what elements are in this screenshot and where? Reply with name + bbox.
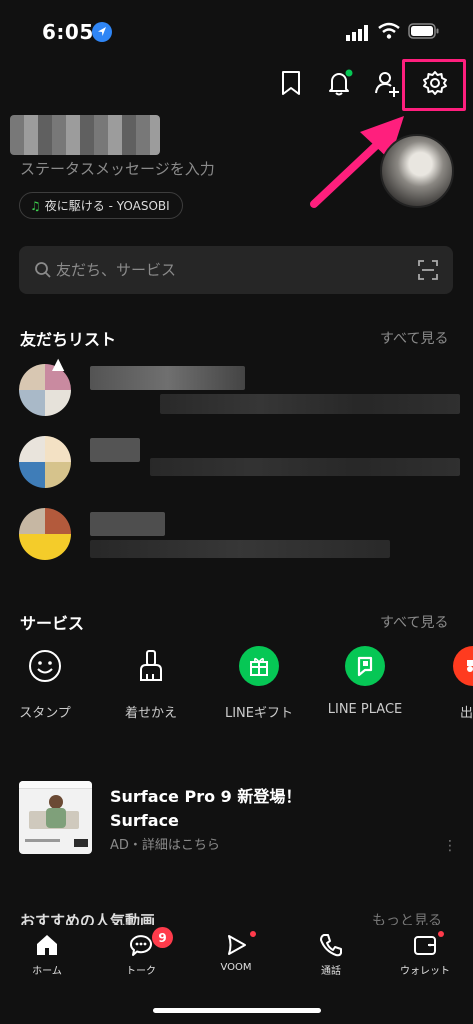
delivery-icon — [453, 646, 473, 686]
service-line-place[interactable]: LINE PLACE — [320, 646, 410, 717]
gift-icon — [239, 646, 279, 686]
tab-voom[interactable]: VOOM — [196, 932, 276, 973]
phone-icon — [318, 932, 344, 958]
friend-name-blurred — [90, 366, 245, 390]
smiley-icon — [25, 646, 65, 686]
brush-icon — [131, 646, 171, 686]
wallet-notification-dot — [438, 931, 444, 937]
place-icon — [345, 646, 385, 686]
friend-status-blurred — [90, 540, 390, 558]
ad-subtitle[interactable]: AD・詳細はこちら — [110, 834, 220, 853]
service-label: LINE PLACE — [327, 702, 403, 717]
search-placeholder: 友だち、サービス — [56, 261, 177, 279]
service-stamp[interactable]: スタンプ — [0, 646, 90, 721]
home-indicator[interactable] — [153, 1008, 321, 1013]
profile-name-blurred[interactable] — [10, 115, 160, 155]
profile-avatar[interactable] — [380, 134, 454, 208]
chat-icon — [128, 932, 154, 958]
ad-title[interactable]: Surface Pro 9 新登場！ Surface — [110, 785, 301, 833]
group-avatar[interactable] — [19, 508, 71, 560]
qr-scan-icon[interactable] — [418, 260, 438, 280]
tab-label: VOOM — [220, 962, 252, 973]
wifi-icon — [378, 22, 400, 40]
friends-see-all-link[interactable]: すべて見る — [380, 328, 448, 348]
friend-name-blurred — [90, 438, 140, 462]
music-title: 夜に駆ける - YOASOBI — [44, 199, 170, 213]
status-time: 6:05 — [42, 20, 94, 44]
party-hat-icon: ▲ — [52, 354, 65, 373]
ad-title-line: Surface — [110, 811, 179, 830]
service-label: 着せかえ — [124, 706, 177, 721]
voom-icon — [223, 932, 249, 958]
service-theme[interactable]: 着せかえ — [106, 646, 196, 721]
music-pill[interactable]: ♫ 夜に駆ける - YOASOBI — [19, 192, 183, 219]
home-icon — [34, 932, 60, 958]
ad-more-button[interactable]: ⋮ — [443, 838, 457, 854]
services-section-title: サービス — [20, 614, 85, 633]
service-label: スタンプ — [19, 706, 71, 721]
ad-thumbnail[interactable] — [19, 781, 92, 854]
services-see-all-link[interactable]: すべて見る — [380, 612, 448, 632]
voom-notification-dot — [250, 931, 256, 937]
tab-wallet[interactable]: ウォレット — [385, 932, 465, 977]
friend-status-blurred — [150, 458, 460, 476]
battery-icon — [408, 22, 440, 40]
friends-section-title: 友だちリスト — [20, 330, 117, 349]
notification-bell-icon[interactable] — [324, 68, 354, 98]
music-note-icon: ♫ — [30, 198, 41, 213]
signal-icon — [346, 25, 370, 41]
service-label: 出前 — [459, 706, 473, 721]
service-delivery[interactable]: 出前 — [428, 646, 473, 721]
search-icon — [34, 261, 52, 279]
friend-status-blurred — [160, 394, 460, 414]
tab-label: トーク — [126, 966, 156, 977]
group-avatar[interactable] — [19, 436, 71, 488]
tab-label: 通話 — [321, 966, 341, 977]
wallet-icon — [412, 932, 438, 958]
service-label: LINEギフト — [224, 706, 293, 721]
friend-name-blurred — [90, 512, 165, 536]
ad-title-line: Surface Pro 9 新登場！ — [110, 787, 302, 806]
talk-unread-badge: 9 — [152, 927, 173, 948]
bookmark-icon[interactable] — [276, 68, 306, 98]
service-line-gift[interactable]: LINEギフト — [214, 646, 304, 721]
location-icon — [92, 22, 112, 42]
tab-home[interactable]: ホーム — [7, 932, 87, 977]
status-message[interactable]: ステータスメッセージを入力 — [20, 158, 215, 179]
tab-calls[interactable]: 通話 — [291, 932, 371, 977]
tab-label: ウォレット — [400, 966, 450, 977]
add-friend-icon[interactable] — [372, 68, 402, 98]
tab-label: ホーム — [32, 966, 62, 977]
